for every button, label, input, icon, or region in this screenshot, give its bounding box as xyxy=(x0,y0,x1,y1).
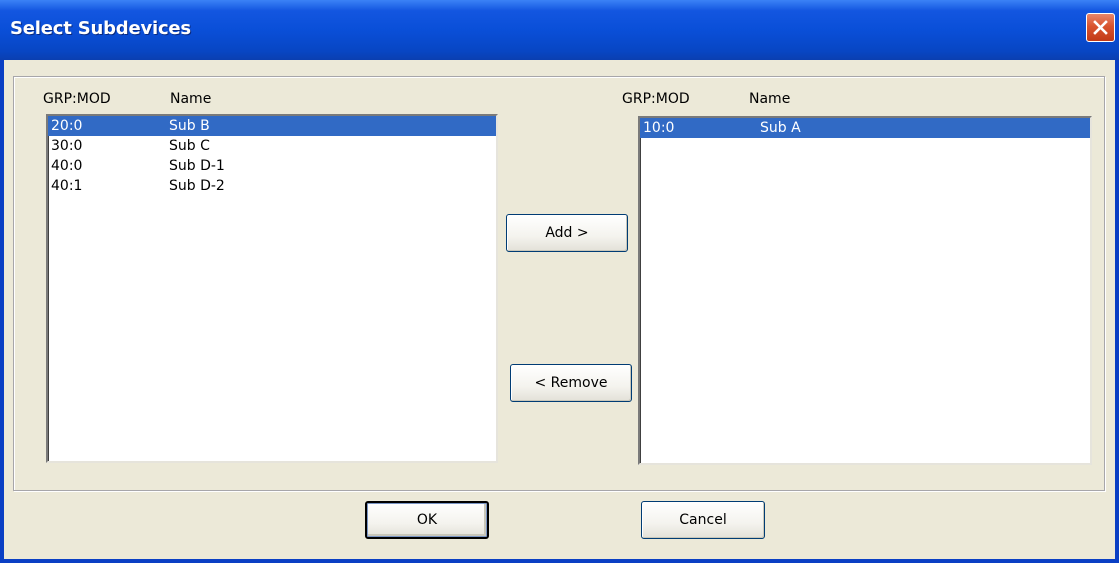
list-item-name: Sub D-2 xyxy=(169,178,225,194)
list-item[interactable]: 40:0 Sub D-1 xyxy=(48,156,496,176)
list-item-name: Sub D-1 xyxy=(169,158,225,174)
list-item[interactable]: 30:0 Sub C xyxy=(48,136,496,156)
dialog-window: Select Subdevices GRP:MOD Name 20:0 Sub B… xyxy=(0,0,1119,563)
right-header-name: Name xyxy=(749,91,791,107)
left-header-grpmod: GRP:MOD xyxy=(43,91,111,107)
right-header-grpmod: GRP:MOD xyxy=(622,91,690,107)
list-item-grpmod: 30:0 xyxy=(51,138,83,154)
left-header-name: Name xyxy=(170,91,212,107)
dialog-body: GRP:MOD Name 20:0 Sub B 30:0 Sub C 40:0 Sub D… xyxy=(4,60,1115,559)
list-item-name: Sub B xyxy=(169,118,210,134)
close-button[interactable] xyxy=(1086,13,1115,42)
selected-subdevices-list[interactable]: 10:0 Sub A xyxy=(638,116,1092,465)
list-item-name: Sub A xyxy=(760,120,801,136)
list-item-grpmod: 20:0 xyxy=(51,118,83,134)
cancel-button[interactable]: Cancel xyxy=(641,501,765,539)
list-item-grpmod: 10:0 xyxy=(643,120,675,136)
window-title: Select Subdevices xyxy=(10,18,191,39)
list-item[interactable]: 10:0 Sub A xyxy=(640,118,1090,138)
available-subdevices-list[interactable]: 20:0 Sub B 30:0 Sub C 40:0 Sub D-1 40:1 Sub D-2 xyxy=(46,114,498,463)
remove-button[interactable]: < Remove xyxy=(510,364,632,402)
list-item-grpmod: 40:0 xyxy=(51,158,83,174)
list-item[interactable]: 40:1 Sub D-2 xyxy=(48,176,496,196)
add-button[interactable]: Add > xyxy=(506,214,628,252)
list-item-grpmod: 40:1 xyxy=(51,178,83,194)
close-icon xyxy=(1093,20,1108,35)
list-item[interactable]: 20:0 Sub B xyxy=(48,116,496,136)
ok-button[interactable]: OK xyxy=(365,501,489,539)
title-bar[interactable]: Select Subdevices xyxy=(0,0,1119,60)
list-item-name: Sub C xyxy=(169,138,210,154)
